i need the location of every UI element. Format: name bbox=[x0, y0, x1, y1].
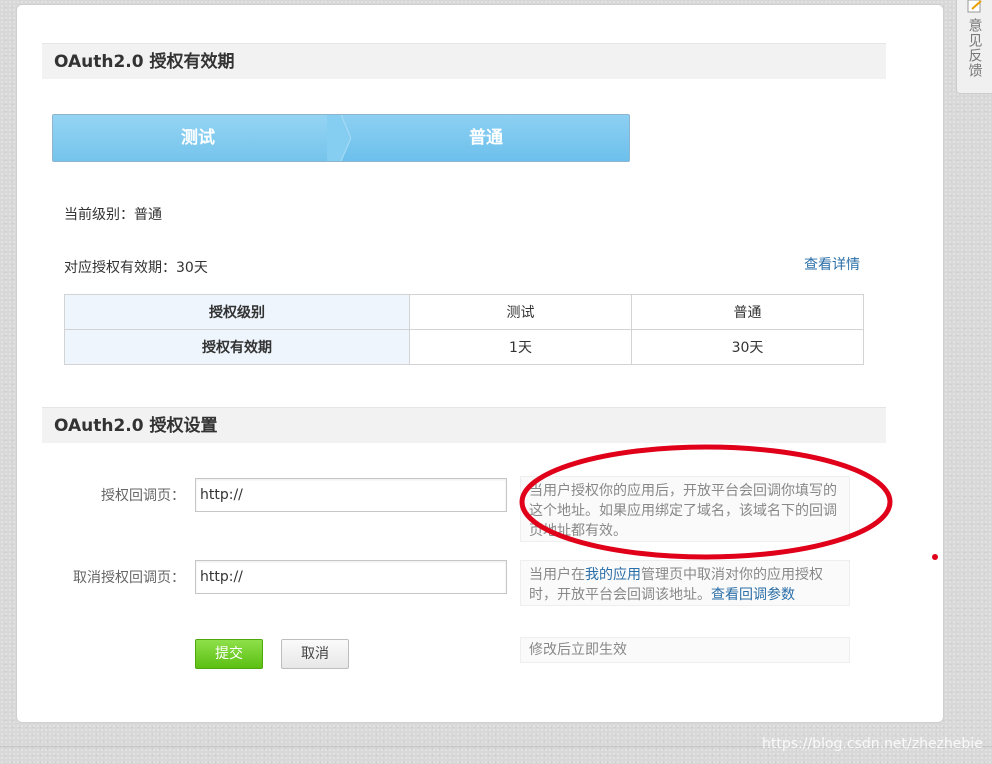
feedback-tab[interactable]: 意见反馈 bbox=[956, 0, 992, 94]
table-cell: 1天 bbox=[409, 329, 632, 365]
tip-text: 当用户在 bbox=[529, 567, 585, 583]
feedback-label: 意见反馈 bbox=[966, 18, 983, 78]
my-apps-link[interactable]: 我的应用 bbox=[585, 567, 641, 583]
table-row-header: 授权级别 bbox=[64, 294, 410, 330]
levels-table: 授权级别 测试 普通 授权有效期 1天 30天 bbox=[64, 294, 864, 365]
cancel-button[interactable]: 取消 bbox=[281, 639, 349, 669]
annotation-dot bbox=[932, 554, 938, 560]
table-cell: 普通 bbox=[631, 294, 864, 330]
step-arrow-icon bbox=[327, 115, 351, 161]
submit-button[interactable]: 提交 bbox=[195, 639, 263, 669]
callback-label: 授权回调页： bbox=[101, 488, 185, 504]
table-row: 授权有效期 1天 30天 bbox=[64, 329, 864, 365]
table-cell: 30天 bbox=[631, 329, 864, 365]
callback-url-input[interactable] bbox=[195, 478, 507, 512]
view-callback-params-link[interactable]: 查看回调参数 bbox=[711, 587, 795, 603]
validity-section-title: OAuth2.0 授权有效期 bbox=[42, 43, 886, 79]
settings-section-title: OAuth2.0 授权设置 bbox=[42, 407, 886, 443]
cancel-callback-url-input[interactable] bbox=[195, 560, 507, 594]
current-level-text: 当前级别：普通 bbox=[64, 207, 162, 223]
cancel-callback-label: 取消授权回调页： bbox=[73, 570, 185, 586]
table-row-header: 授权有效期 bbox=[64, 329, 410, 365]
step-normal: 普通 bbox=[469, 128, 503, 148]
table-row: 授权级别 测试 普通 bbox=[64, 294, 864, 330]
callback-tip: 当用户授权你的应用后，开放平台会回调你填写的这个地址。如果应用绑定了域名，该域名… bbox=[520, 476, 850, 542]
effect-tip: 修改后立即生效 bbox=[520, 637, 850, 663]
watermark: https://blog.csdn.net/zhezhebie bbox=[762, 736, 983, 752]
validity-period-text: 对应授权有效期：30天 bbox=[64, 260, 208, 276]
edit-icon bbox=[967, 0, 982, 13]
table-cell: 测试 bbox=[409, 294, 632, 330]
view-details-link[interactable]: 查看详情 bbox=[804, 254, 860, 274]
cancel-callback-tip: 当用户在我的应用管理页中取消对你的应用授权时，开放平台会回调该地址。查看回调参数 bbox=[520, 560, 850, 606]
level-steps: 测试 普通 bbox=[52, 114, 630, 162]
step-test: 测试 bbox=[53, 115, 343, 161]
